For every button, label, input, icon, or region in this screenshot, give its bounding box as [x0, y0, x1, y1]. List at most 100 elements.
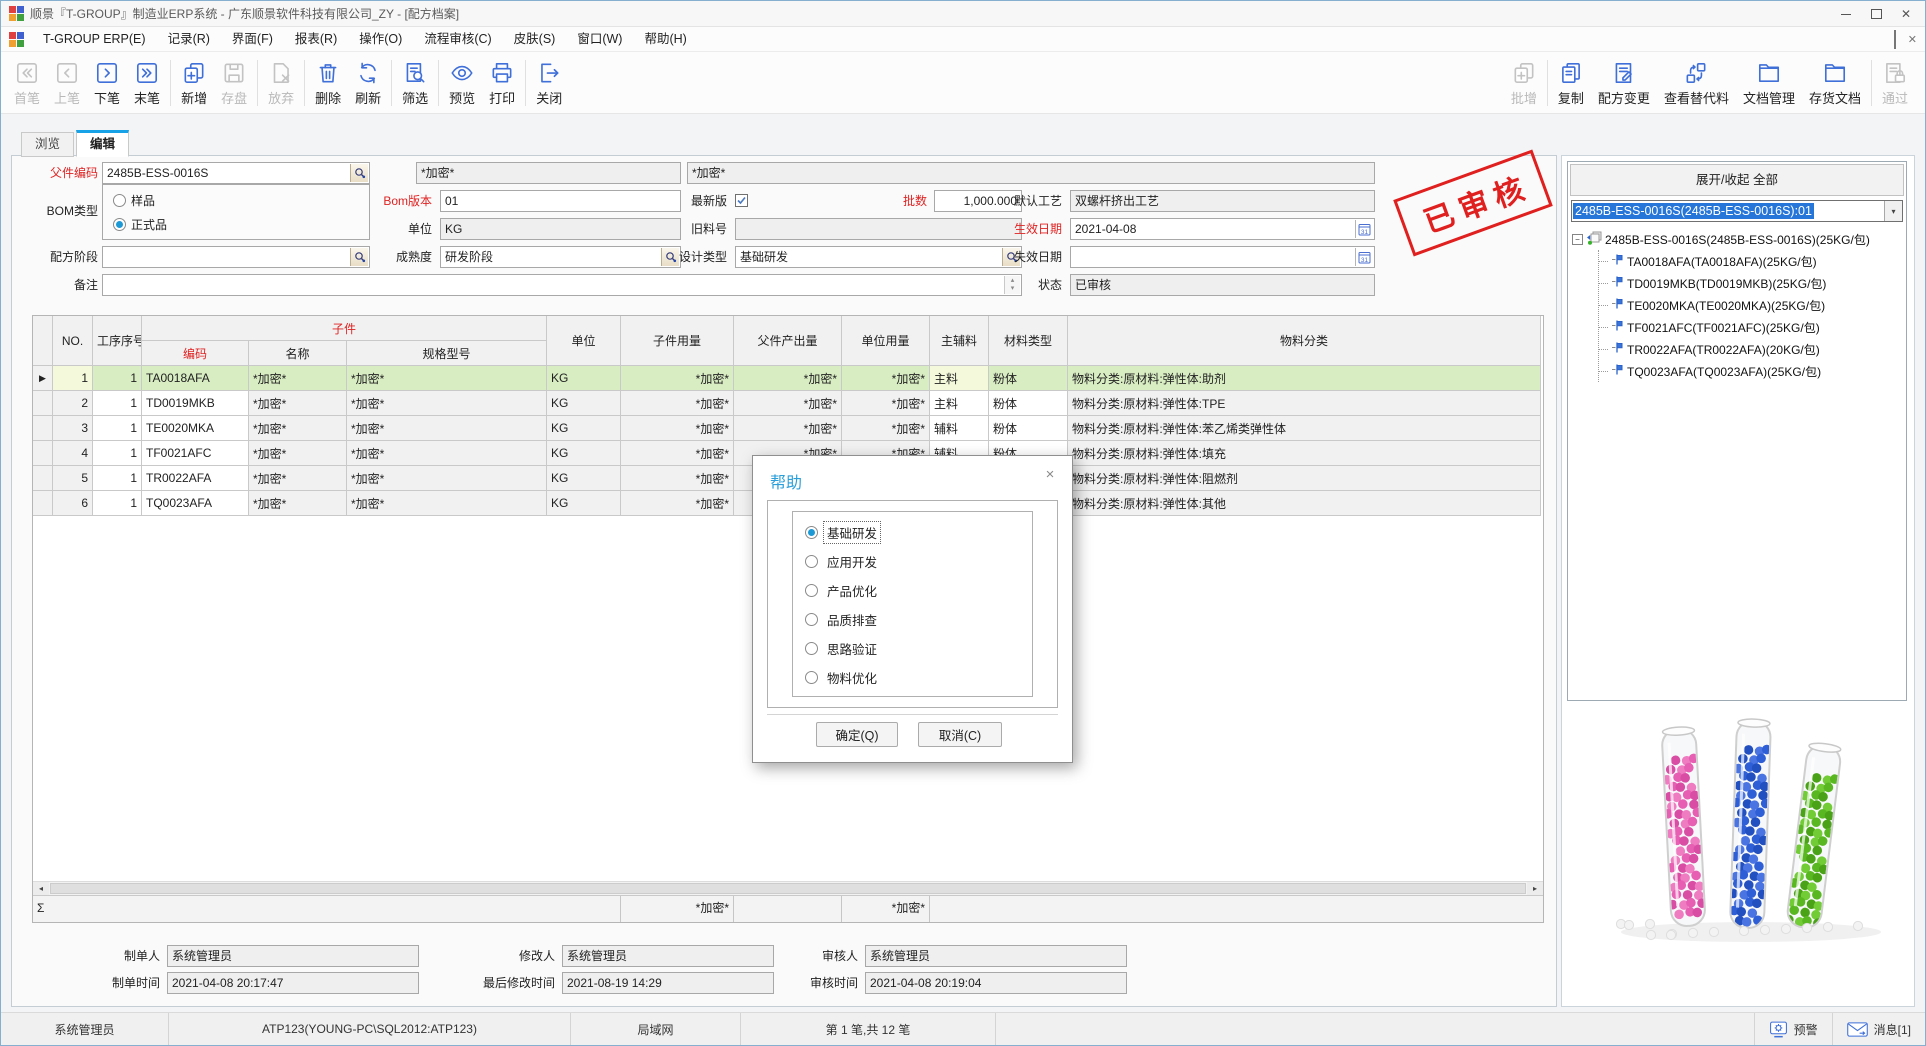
- expiry-date-field[interactable]: 31: [1070, 246, 1375, 268]
- cell-code[interactable]: TR0022AFA: [142, 466, 249, 491]
- cell-main_aux[interactable]: 主料: [930, 391, 989, 416]
- radio-icon[interactable]: [805, 671, 818, 684]
- toolbar-button-filter[interactable]: 筛选: [395, 57, 435, 109]
- menu-item-4[interactable]: 操作(O): [348, 27, 413, 52]
- cell-category[interactable]: 物料分类:原材料:弹性体:阻燃剂: [1068, 466, 1541, 491]
- tree-item[interactable]: TQ0023AFA(TQ0023AFA)(25KG/包): [1599, 360, 1902, 382]
- toolbar-button-nav-next[interactable]: 下笔: [87, 57, 127, 109]
- toolbar-button-trash[interactable]: 删除: [308, 57, 348, 109]
- cell-spec[interactable]: *加密*: [347, 366, 547, 391]
- cell-seq[interactable]: 1: [93, 416, 142, 441]
- radio-icon-selected[interactable]: [113, 218, 126, 231]
- table-row[interactable]: ▶11TA0018AFA*加密**加密*KG*加密**加密**加密*主料粉体物料…: [33, 366, 1541, 391]
- menu-item-1[interactable]: 记录(R): [157, 27, 221, 52]
- cell-no[interactable]: 4: [53, 441, 93, 466]
- cell-qty[interactable]: *加密*: [621, 391, 734, 416]
- cell-spec[interactable]: *加密*: [347, 416, 547, 441]
- dialog-option-0[interactable]: 基础研发: [805, 524, 880, 541]
- effective-date-field[interactable]: 2021-04-08 31: [1070, 218, 1375, 240]
- cell-unit_qty[interactable]: *加密*: [842, 391, 930, 416]
- bom-version-field[interactable]: 01: [440, 190, 681, 212]
- cell-no[interactable]: 5: [53, 466, 93, 491]
- column-header[interactable]: 材料类型: [989, 316, 1068, 366]
- column-header[interactable]: 子件用量: [621, 316, 734, 366]
- column-header[interactable]: [33, 316, 53, 366]
- cell-seq[interactable]: 1: [93, 466, 142, 491]
- cell-seq[interactable]: 1: [93, 441, 142, 466]
- radio-icon[interactable]: [113, 194, 126, 207]
- cell-name[interactable]: *加密*: [249, 416, 347, 441]
- scroll-left-icon[interactable]: ◂: [33, 882, 49, 895]
- calendar-icon[interactable]: 31: [1355, 220, 1373, 238]
- maximize-icon[interactable]: [1861, 3, 1891, 25]
- column-header[interactable]: 单位: [547, 316, 621, 366]
- table-row[interactable]: 31TE0020MKA*加密**加密*KG*加密**加密**加密*辅料粉体物料分…: [33, 416, 1541, 441]
- radio-icon[interactable]: [805, 526, 818, 539]
- maturity-field[interactable]: 研发阶段: [440, 246, 681, 268]
- tab-browse[interactable]: 浏览: [21, 132, 74, 157]
- cell-code[interactable]: TE0020MKA: [142, 416, 249, 441]
- bom-type-option-sample[interactable]: 样品: [113, 192, 155, 208]
- cell-no[interactable]: 2: [53, 391, 93, 416]
- cell-no[interactable]: 6: [53, 491, 93, 516]
- column-header[interactable]: 物料分类: [1068, 316, 1541, 366]
- dialog-option-4[interactable]: 思路验证: [805, 640, 880, 657]
- expand-collapse-all-button[interactable]: 展开/收起 全部: [1570, 164, 1904, 196]
- cell-spec[interactable]: *加密*: [347, 491, 547, 516]
- mdi-restore-icon[interactable]: [1894, 31, 1896, 49]
- cell-unit[interactable]: KG: [547, 466, 621, 491]
- cell-spec[interactable]: *加密*: [347, 466, 547, 491]
- close-icon[interactable]: ✕: [1891, 3, 1921, 25]
- cell-qty[interactable]: *加密*: [621, 441, 734, 466]
- cell-spec[interactable]: *加密*: [347, 391, 547, 416]
- column-header[interactable]: 主辅料: [930, 316, 989, 366]
- cell-category[interactable]: 物料分类:原材料:弹性体:填充: [1068, 441, 1541, 466]
- column-header[interactable]: 父件产出量: [734, 316, 842, 366]
- tree-item[interactable]: TD0019MKB(TD0019MKB)(25KG/包): [1599, 272, 1902, 294]
- toolbar-button-edit-doc[interactable]: 配方变更: [1591, 57, 1657, 109]
- ok-button[interactable]: 确定(Q): [816, 722, 898, 747]
- horizontal-scrollbar[interactable]: ◂ ▸: [33, 881, 1543, 896]
- cell-qty[interactable]: *加密*: [621, 416, 734, 441]
- dialog-option-3[interactable]: 品质排查: [805, 611, 880, 628]
- cell-parent_out[interactable]: *加密*: [734, 416, 842, 441]
- toolbar-button-nav-last[interactable]: 末笔: [127, 57, 167, 109]
- toolbar-button-printer[interactable]: 打印: [482, 57, 522, 109]
- tree-item[interactable]: TR0022AFA(TR0022AFA)(20KG/包): [1599, 338, 1902, 360]
- column-header[interactable]: 规格型号: [347, 341, 547, 366]
- parent-code-field[interactable]: 2485B-ESS-0016S: [102, 162, 370, 184]
- parent-code-lookup-icon[interactable]: [350, 164, 368, 182]
- cell-no[interactable]: 1: [53, 366, 93, 391]
- cell-main_aux[interactable]: 辅料: [930, 416, 989, 441]
- cell-parent_out[interactable]: *加密*: [734, 366, 842, 391]
- menu-item-0[interactable]: T-GROUP ERP(E): [32, 27, 157, 52]
- dialog-option-2[interactable]: 产品优化: [805, 582, 880, 599]
- cell-name[interactable]: *加密*: [249, 466, 347, 491]
- table-row[interactable]: 21TD0019MKB*加密**加密*KG*加密**加密**加密*主料粉体物料分…: [33, 391, 1541, 416]
- cell-seq[interactable]: 1: [93, 366, 142, 391]
- latest-version-checkbox[interactable]: [735, 194, 748, 207]
- cell-spec[interactable]: *加密*: [347, 441, 547, 466]
- cell-seq[interactable]: 1: [93, 491, 142, 516]
- cell-qty[interactable]: *加密*: [621, 366, 734, 391]
- cell-parent_out[interactable]: *加密*: [734, 391, 842, 416]
- cell-category[interactable]: 物料分类:原材料:弹性体:其他: [1068, 491, 1541, 516]
- tree-item[interactable]: TA0018AFA(TA0018AFA)(25KG/包): [1599, 250, 1902, 272]
- message-button[interactable]: 消息[1]: [1832, 1013, 1925, 1045]
- radio-icon[interactable]: [805, 555, 818, 568]
- cell-unit[interactable]: KG: [547, 416, 621, 441]
- formula-stage-field[interactable]: [102, 246, 370, 268]
- alert-button[interactable]: 预警: [1754, 1013, 1832, 1045]
- toolbar-button-swap[interactable]: 查看替代料: [1657, 57, 1736, 109]
- toolbar-button-close-exit[interactable]: 关闭: [529, 57, 569, 109]
- tree-expander-icon[interactable]: −: [1572, 234, 1583, 245]
- cell-code[interactable]: TQ0023AFA: [142, 491, 249, 516]
- cell-unit[interactable]: KG: [547, 391, 621, 416]
- column-header[interactable]: 子件: [142, 316, 547, 341]
- toolbar-button-new-doc[interactable]: 新增: [174, 57, 214, 109]
- cell-category[interactable]: 物料分类:原材料:弹性体:苯乙烯类弹性体: [1068, 416, 1541, 441]
- cancel-button[interactable]: 取消(C): [918, 722, 1002, 747]
- bom-type-option-formal[interactable]: 正式品: [113, 216, 167, 232]
- cell-code[interactable]: TF0021AFC: [142, 441, 249, 466]
- minimize-icon[interactable]: [1831, 3, 1861, 25]
